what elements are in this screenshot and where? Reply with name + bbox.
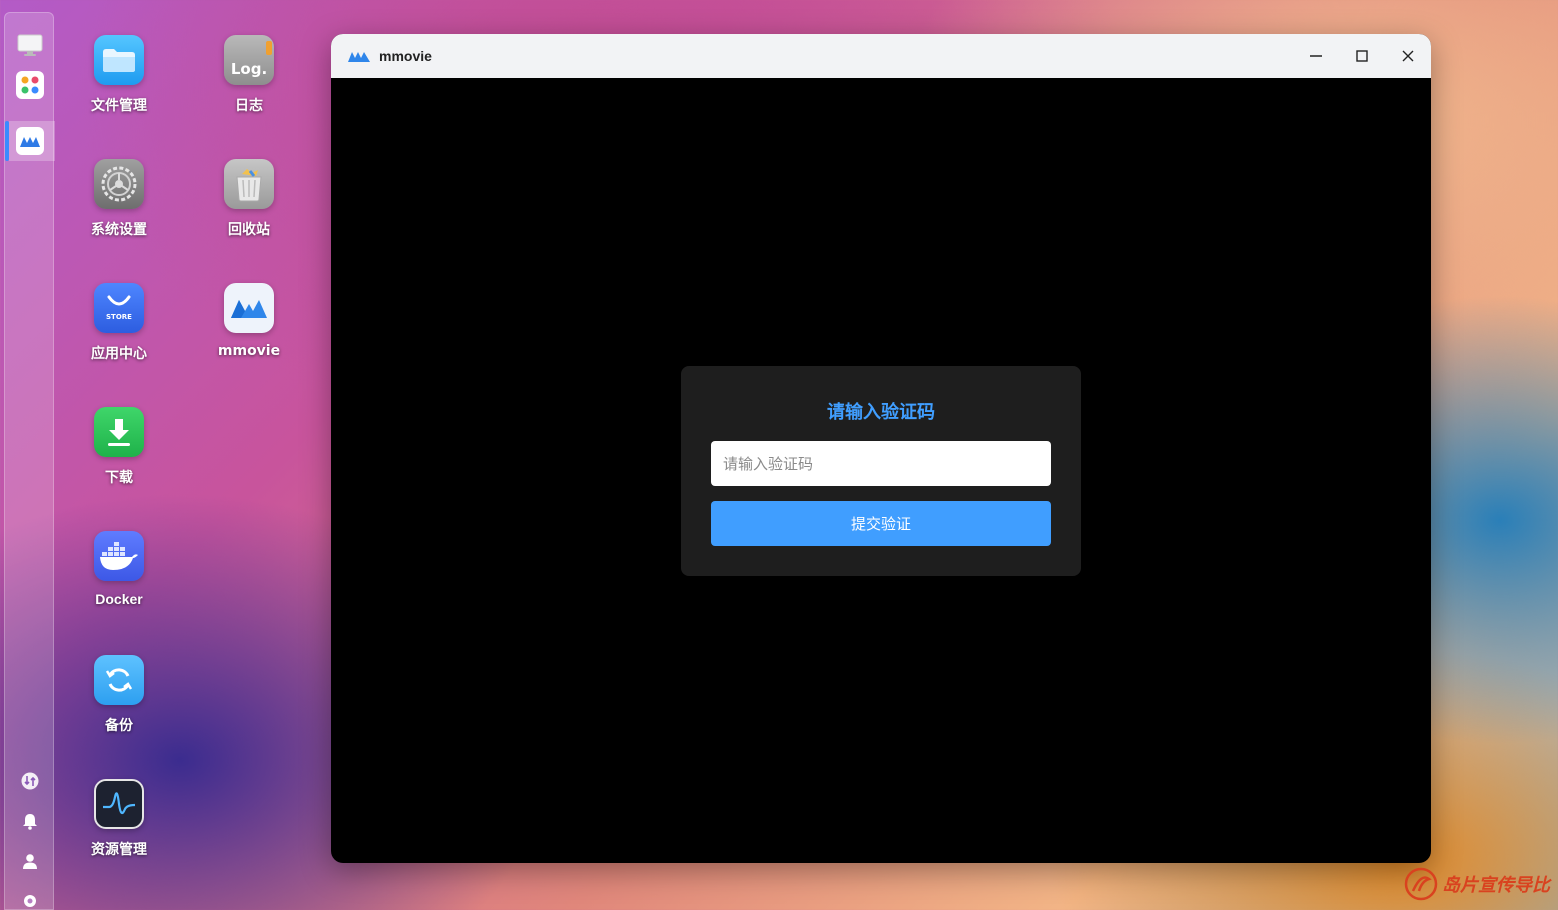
- verification-card: 请输入验证码 提交验证: [681, 366, 1081, 576]
- desktop-icon-log[interactable]: Log. 日志: [199, 35, 299, 115]
- sidebar-item-transfer[interactable]: [16, 767, 44, 795]
- watermark-text: 岛片宣传导比: [1442, 875, 1550, 896]
- desktop-icon-mmovie[interactable]: mmovie: [199, 283, 299, 359]
- desktop-icon-label: 系统设置: [91, 222, 147, 238]
- desktop-icon-label: 应用中心: [91, 346, 147, 362]
- trash-icon: [224, 159, 274, 209]
- desktop-icon-label: mmovie: [217, 343, 281, 359]
- store-icon: STORE: [94, 283, 144, 333]
- log-icon: Log.: [224, 35, 274, 85]
- download-icon: [94, 407, 144, 457]
- mmovie-icon: [20, 137, 40, 147]
- submit-verification-button[interactable]: 提交验证: [711, 501, 1051, 546]
- backup-icon: [94, 655, 144, 705]
- window-title: mmovie: [379, 48, 432, 64]
- desktop-icon-label: Docker: [95, 591, 143, 607]
- minimize-button[interactable]: [1301, 42, 1331, 70]
- desktop-icon-backup[interactable]: 备份: [69, 655, 169, 735]
- verification-title: 请输入验证码: [827, 402, 935, 423]
- sidebar-item-app-launcher[interactable]: [16, 71, 44, 99]
- sidebar: [4, 12, 55, 910]
- app-grid-icon: [21, 76, 39, 94]
- sidebar-item-user[interactable]: [16, 847, 44, 875]
- mmovie-icon: [224, 283, 274, 333]
- docker-icon: [94, 531, 144, 581]
- desktop-icon-app-center[interactable]: STORE 应用中心: [69, 283, 169, 363]
- desktop-icon-label: 日志: [235, 98, 263, 114]
- desktop-icon-label: 文件管理: [91, 98, 147, 114]
- desktop-icon-system-settings[interactable]: 系统设置: [69, 159, 169, 239]
- desktop-icon-docker[interactable]: Docker: [69, 531, 169, 607]
- verification-code-input[interactable]: [711, 441, 1051, 486]
- mmovie-window: mmovie 请输入验证码 提交验证: [331, 34, 1431, 863]
- desktop-icon-resource-monitor[interactable]: 资源管理: [69, 779, 169, 859]
- desktop-icon-recycle-bin[interactable]: 回收站: [199, 159, 299, 239]
- close-button[interactable]: [1393, 42, 1423, 70]
- user-icon: [23, 854, 37, 869]
- window-titlebar[interactable]: mmovie: [331, 34, 1431, 78]
- close-icon: [1402, 50, 1414, 62]
- desktop-icon-download[interactable]: 下载: [69, 407, 169, 487]
- gear-icon: [24, 895, 36, 907]
- bell-icon: [23, 814, 37, 830]
- sidebar-active-indicator: [5, 121, 9, 161]
- watermark: 岛片宣传导比: [1404, 866, 1550, 902]
- gear-icon: [94, 159, 144, 209]
- watermark-logo-icon: [1404, 867, 1438, 901]
- desktop-icon-file-manager[interactable]: 文件管理: [69, 35, 169, 115]
- monitor-icon: [17, 34, 43, 56]
- desktop-icon-label: 备份: [105, 718, 133, 734]
- folder-icon: [94, 35, 144, 85]
- desktop-icon-label: 下载: [105, 470, 133, 486]
- sidebar-item-settings[interactable]: [16, 887, 44, 910]
- minimize-icon: [1310, 55, 1322, 57]
- sidebar-item-desktop[interactable]: [16, 31, 44, 59]
- maximize-button[interactable]: [1347, 42, 1377, 70]
- sidebar-item-mmovie[interactable]: [16, 127, 44, 155]
- log-tile-text: Log.: [230, 60, 268, 78]
- activity-monitor-icon: [94, 779, 144, 829]
- mmovie-icon: [348, 52, 370, 62]
- maximize-icon: [1356, 50, 1368, 62]
- store-tile-text: STORE: [106, 313, 132, 321]
- transfer-icon: [21, 772, 39, 790]
- log-bookmark: [266, 41, 272, 55]
- desktop-icon-label: 回收站: [228, 222, 270, 238]
- sidebar-item-notifications[interactable]: [16, 807, 44, 835]
- desktop-icon-label: 资源管理: [91, 842, 147, 858]
